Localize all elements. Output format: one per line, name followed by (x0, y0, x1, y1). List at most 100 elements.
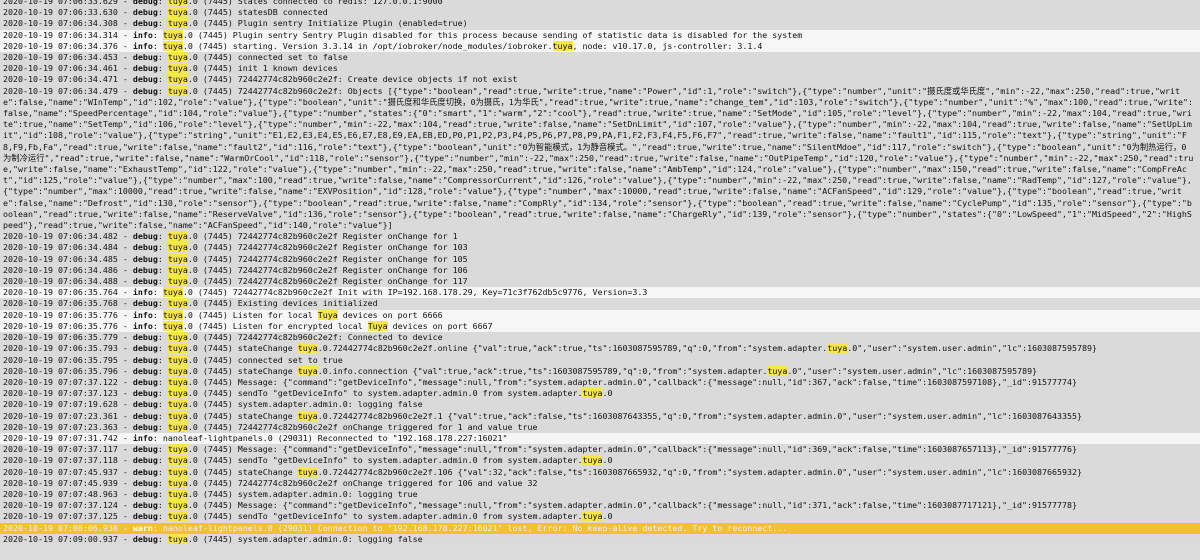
log-timestamp: 2020-10-19 07:07:31.742 (3, 432, 118, 443)
log-timestamp: 2020-10-19 07:07:48.963 (3, 488, 118, 499)
log-level: debug (132, 242, 158, 253)
search-match: tuya (167, 444, 188, 455)
log-level: debug (132, 488, 158, 499)
log-timestamp: 2020-10-19 07:07:23.361 (3, 410, 118, 421)
search-match: tuya (167, 365, 188, 376)
search-match: tuya (582, 388, 603, 399)
log-level: info (132, 40, 153, 51)
log-timestamp: 2020-10-19 07:07:19.628 (3, 399, 118, 410)
log-message: tuya.0 (7445) Existing devices initializ… (167, 298, 378, 309)
log-level: debug (132, 466, 158, 477)
log-row: 2020-10-19 07:07:31.742 - info: nanoleaf… (0, 432, 1200, 445)
search-match: tuya (167, 52, 188, 63)
log-message: tuya.0 (7445) Listen for encrypted local… (162, 320, 493, 331)
log-level: debug (132, 264, 158, 275)
log-timestamp: 2020-10-19 07:07:37.122 (3, 376, 118, 387)
log-message: tuya.0 (7445) 72442774c82b960c2e2f Regis… (167, 276, 468, 287)
log-message: tuya.0 (7445) system.adapter.admin.0: lo… (167, 399, 423, 410)
log-level: debug (132, 444, 158, 455)
log-message: tuya.0 (7445) system.adapter.admin.0: lo… (167, 533, 423, 544)
log-timestamp: 2020-10-19 07:06:35.796 (3, 365, 118, 376)
log-level: debug (132, 7, 158, 18)
log-row: 2020-10-19 07:06:34.484 - debug: tuya.0 … (0, 242, 1200, 254)
log-level: warn (132, 522, 153, 533)
log-level: debug (132, 0, 158, 6)
search-match: tuya (167, 231, 188, 242)
search-match: Tuya (317, 309, 338, 320)
log-message: tuya.0 (7445) 72442774c82b960c2e2f Regis… (167, 242, 468, 253)
log-row: 2020-10-19 07:06:35.776 - info: tuya.0 (… (0, 320, 1200, 333)
log-message: tuya.0 (7445) 72442774c82b960c2e2f: Conn… (167, 332, 443, 343)
search-match: tuya (167, 466, 188, 477)
search-match: tuya (167, 488, 188, 499)
log-row: 2020-10-19 07:06:34.308 - debug: tuya.0 … (0, 18, 1200, 30)
log-row: 2020-10-19 07:07:37.125 - debug: tuya.0 … (0, 511, 1200, 523)
log-timestamp: 2020-10-19 07:07:45.937 (3, 466, 118, 477)
log-message: tuya.0 (7445) 72442774c82b960c2e2f Init … (162, 287, 648, 298)
log-message: tuya.0 (7445) stateChange tuya.0.7244277… (167, 343, 1098, 354)
search-match: tuya (167, 18, 188, 29)
log-message: tuya.0 (7445) system.adapter.admin.0: lo… (167, 488, 418, 499)
log-level: debug (132, 52, 158, 63)
log-level: info (132, 309, 153, 320)
log-timestamp: 2020-10-19 07:06:34.453 (3, 52, 118, 63)
log-level: debug (132, 455, 158, 466)
log-timestamp: 2020-10-19 07:07:23.363 (3, 421, 118, 432)
log-timestamp: 2020-10-19 07:06:35.768 (3, 298, 118, 309)
log-message: tuya.0 (7445) starting. Version 3.3.14 i… (162, 40, 763, 51)
log-message: tuya.0 (7445) sendTo "getDeviceInfo" to … (167, 511, 613, 522)
log-row: 2020-10-19 07:09:00.937 - debug: tuya.0 … (0, 533, 1200, 545)
log-level: debug (132, 388, 158, 399)
log-row: 2020-10-19 07:06:34.486 - debug: tuya.0 … (0, 264, 1200, 277)
search-match: tuya (162, 309, 183, 320)
log-timestamp: 2020-10-19 07:06:34.484 (3, 242, 118, 253)
log-timestamp: 2020-10-19 07:09:00.937 (3, 533, 118, 544)
log-timestamp: 2020-10-19 07:07:37.123 (3, 388, 118, 399)
log-message: tuya.0 (7445) Plugin sentry Initialize P… (167, 18, 468, 29)
log-level: debug (132, 365, 158, 376)
search-match: tuya (167, 500, 188, 511)
log-level: debug (132, 376, 158, 387)
log-row: 2020-10-19 07:06:34.482 - debug: tuya.0 … (0, 231, 1200, 243)
log-level: debug (132, 276, 158, 287)
log-row: 2020-10-19 07:07:48.963 - debug: tuya.0 … (0, 488, 1200, 501)
log-row: 2020-10-19 07:07:37.123 - debug: tuya.0 … (0, 388, 1200, 400)
log-level: debug (132, 231, 158, 242)
log-row: 2020-10-19 07:06:35.793 - debug: tuya.0 … (0, 343, 1200, 355)
log-message: tuya.0 (7445) 72442774c82b960c2e2f Regis… (167, 264, 468, 275)
log-message: tuya.0 (7445) connected set to false (167, 52, 348, 63)
search-match: tuya (167, 264, 188, 275)
log-timestamp: 2020-10-19 07:06:35.776 (3, 309, 118, 320)
log-row: 2020-10-19 07:06:34.479 - debug: tuya.0 … (0, 85, 1200, 232)
log-row: 2020-10-19 07:06:34.314 - info: tuya.0 (… (0, 29, 1200, 41)
search-match: tuya (297, 365, 318, 376)
log-row: 2020-10-19 07:07:37.118 - debug: tuya.0 … (0, 455, 1200, 467)
search-match: tuya (167, 354, 188, 365)
log-row: 2020-10-19 07:06:34.471 - debug: tuya.0 … (0, 74, 1200, 86)
log-level: info (132, 320, 153, 331)
search-match: tuya (167, 511, 188, 522)
log-message: tuya.0 (7445) 72442774c82b960c2e2f onCha… (167, 421, 538, 432)
search-match: Tuya (367, 320, 388, 331)
log-row: 2020-10-19 07:06:34.461 - debug: tuya.0 … (0, 63, 1200, 75)
search-match: tuya (162, 320, 183, 331)
log-row: 2020-10-19 07:06:34.488 - debug: tuya.0 … (0, 276, 1200, 288)
log-level: debug (132, 533, 158, 544)
log-row: 2020-10-19 07:07:23.361 - debug: tuya.0 … (0, 410, 1200, 422)
log-timestamp: 2020-10-19 07:07:37.118 (3, 455, 118, 466)
log-message: tuya.0 (7445) init 1 known devices (167, 63, 338, 74)
log-timestamp: 2020-10-19 07:07:45.939 (3, 477, 118, 488)
log-level: debug (132, 332, 158, 343)
search-match: tuya (167, 533, 188, 544)
log-level: debug (132, 85, 158, 96)
search-match: tuya (167, 253, 188, 264)
search-match: tuya (552, 40, 573, 51)
search-match: tuya (582, 455, 603, 466)
log-message: tuya.0 (7445) 72442774c82b960c2e2f Regis… (167, 253, 468, 264)
search-match: tuya (162, 287, 183, 298)
log-level: debug (132, 74, 158, 85)
log-level: debug (132, 253, 158, 264)
log-message: tuya.0 (7445) 72442774c82b960c2e2f Regis… (167, 231, 458, 242)
search-match: tuya (167, 74, 188, 85)
search-match: tuya (167, 85, 188, 96)
